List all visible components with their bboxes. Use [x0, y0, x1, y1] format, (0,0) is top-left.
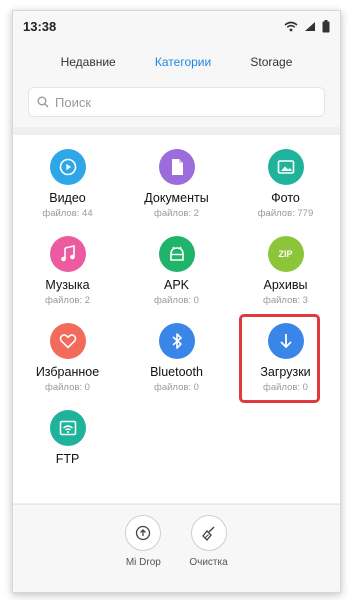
search-area: Поиск: [13, 83, 340, 127]
bluetooth-icon: [171, 333, 182, 349]
category-downloads-badge: [267, 323, 304, 359]
category-apk-badge: [158, 236, 195, 272]
category-count: файлов: 2: [45, 295, 90, 306]
mi-drop-circle: [125, 515, 162, 551]
tab-categories[interactable]: Категории: [155, 55, 211, 69]
category-name: Загрузки: [260, 365, 311, 379]
category-name: FTP: [55, 452, 80, 466]
status-time: 13:38: [23, 18, 57, 34]
category-photo-badge: [267, 149, 304, 185]
battery-icon: [322, 19, 330, 32]
document-icon: [171, 159, 183, 175]
category-video[interactable]: Видео файлов: 44: [13, 149, 122, 236]
cleanup-button[interactable]: Очистка: [189, 515, 228, 592]
category-name: Избранное: [35, 365, 100, 379]
music-icon: [60, 245, 75, 262]
category-photo[interactable]: Фото файлов: 779: [231, 149, 340, 236]
category-music[interactable]: Музыка файлов: 2: [13, 236, 122, 323]
category-apk[interactable]: APK файлов: 0: [122, 236, 231, 323]
category-documents-badge: [158, 149, 195, 185]
search-input[interactable]: Поиск: [28, 87, 325, 117]
wifi-icon: [284, 21, 298, 31]
mi-drop-button[interactable]: Mi Drop: [125, 515, 162, 592]
category-count: файлов: 779: [257, 208, 314, 219]
category-count: файлов: 0: [154, 382, 199, 393]
zip-icon: ZIP: [278, 249, 293, 259]
broom-icon: [201, 526, 214, 541]
divider: [13, 127, 340, 135]
category-downloads[interactable]: Загрузки файлов: 0: [231, 323, 340, 410]
category-name: Bluetooth: [150, 365, 203, 379]
ftp-icon: [59, 420, 76, 436]
signal-icon: [305, 21, 315, 31]
category-favorites[interactable]: Избранное файлов: 0: [13, 323, 122, 410]
category-name: Документы: [144, 191, 209, 205]
category-archives[interactable]: ZIP Архивы файлов: 3: [231, 236, 340, 323]
category-count: файлов: 0: [263, 382, 308, 393]
status-bar: 13:38: [13, 11, 340, 41]
category-name: Фото: [271, 191, 300, 205]
mi-drop-label: Mi Drop: [125, 557, 161, 568]
category-archives-badge: ZIP: [267, 236, 304, 272]
category-count: файлов: 44: [42, 208, 93, 219]
category-documents[interactable]: Документы файлов: 2: [122, 149, 231, 236]
download-icon: [279, 334, 292, 349]
category-name: Видео: [49, 191, 86, 205]
tab-storage[interactable]: Storage: [250, 55, 292, 69]
category-count: файлов: 3: [263, 295, 308, 306]
category-name: APK: [163, 278, 189, 292]
category-count: файлов: 0: [45, 382, 90, 393]
heart-icon: [59, 334, 76, 349]
category-bluetooth[interactable]: Bluetooth файлов: 0: [122, 323, 231, 410]
cleanup-label: Очистка: [189, 557, 228, 568]
search-placeholder: Поиск: [55, 94, 92, 110]
category-favorites-badge: [49, 323, 86, 359]
category-ftp-badge: [49, 410, 86, 446]
tab-recent[interactable]: Недавние: [61, 55, 116, 69]
category-name: Архивы: [263, 278, 308, 292]
mi-drop-icon: [136, 525, 151, 541]
category-count: файлов: 0: [154, 295, 199, 306]
category-name: Музыка: [45, 278, 90, 292]
category-ftp[interactable]: FTP: [13, 410, 122, 497]
play-icon: [59, 158, 76, 176]
search-icon: [37, 96, 49, 108]
cleanup-circle: [190, 515, 227, 551]
tab-bar: Недавние Категории Storage: [13, 41, 340, 83]
category-bluetooth-badge: [158, 323, 195, 359]
phone-screen: 13:38 Недавние Категории Storage Поиск В…: [12, 10, 341, 593]
category-grid: Видео файлов: 44 Документы файлов: 2 Фот…: [13, 135, 340, 503]
category-video-badge: [49, 149, 86, 185]
photo-icon: [277, 160, 294, 174]
bottom-bar: Mi Drop Очистка: [13, 504, 340, 592]
category-music-badge: [49, 236, 86, 272]
android-icon: [169, 246, 184, 261]
category-count: файлов: 2: [154, 208, 199, 219]
status-icons: [284, 19, 330, 33]
